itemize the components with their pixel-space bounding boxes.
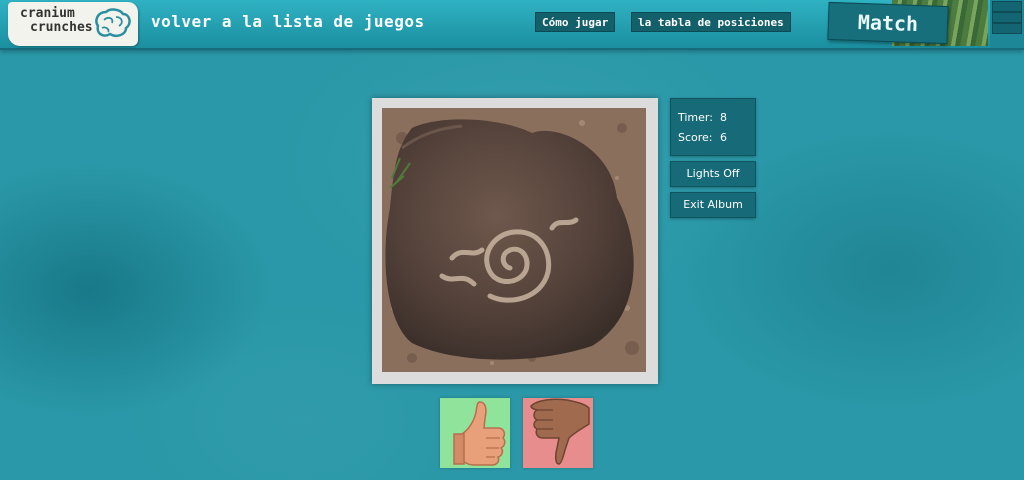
mini-menu-button-1[interactable] [992,1,1022,12]
score-label: Score: [678,131,713,144]
cranium-crunches-logo[interactable]: cranium crunches [8,2,138,46]
thumbs-up-icon [453,401,506,466]
mini-menu-button-3[interactable] [992,23,1022,34]
timer-label: Timer: [678,111,713,124]
top-bar: cranium crunches volver a la lista de ju… [0,0,1024,50]
score-value: 6 [720,131,727,144]
mini-menu [990,0,1024,48]
brain-icon [95,8,131,37]
petroglyph-photo [382,108,646,372]
logo-line-2: crunches [30,20,93,35]
timer-row: Timer: 8 [678,111,727,124]
thumbs-up-button[interactable] [440,398,510,468]
stats-panel: Timer: 8 Score: 6 [670,98,756,156]
timer-value: 8 [720,111,727,124]
lights-off-button[interactable]: Lights Off [670,161,756,187]
back-to-games-link[interactable]: volver a la lista de juegos [151,12,425,31]
petroglyph-rock-image [382,108,646,372]
game-title-badge: Match [827,1,949,45]
thumbs-down-button[interactable] [523,398,593,468]
score-row: Score: 6 [678,131,727,144]
thumbs-down-icon [530,398,590,465]
how-to-play-button[interactable]: Cómo jugar [535,12,616,32]
leaderboard-button[interactable]: la tabla de posiciones [631,12,791,32]
photo-frame [372,98,658,384]
exit-album-button[interactable]: Exit Album [670,192,756,218]
mini-menu-button-2[interactable] [992,12,1022,23]
logo-text: cranium crunches [20,7,93,35]
logo-line-1: cranium [20,6,75,21]
